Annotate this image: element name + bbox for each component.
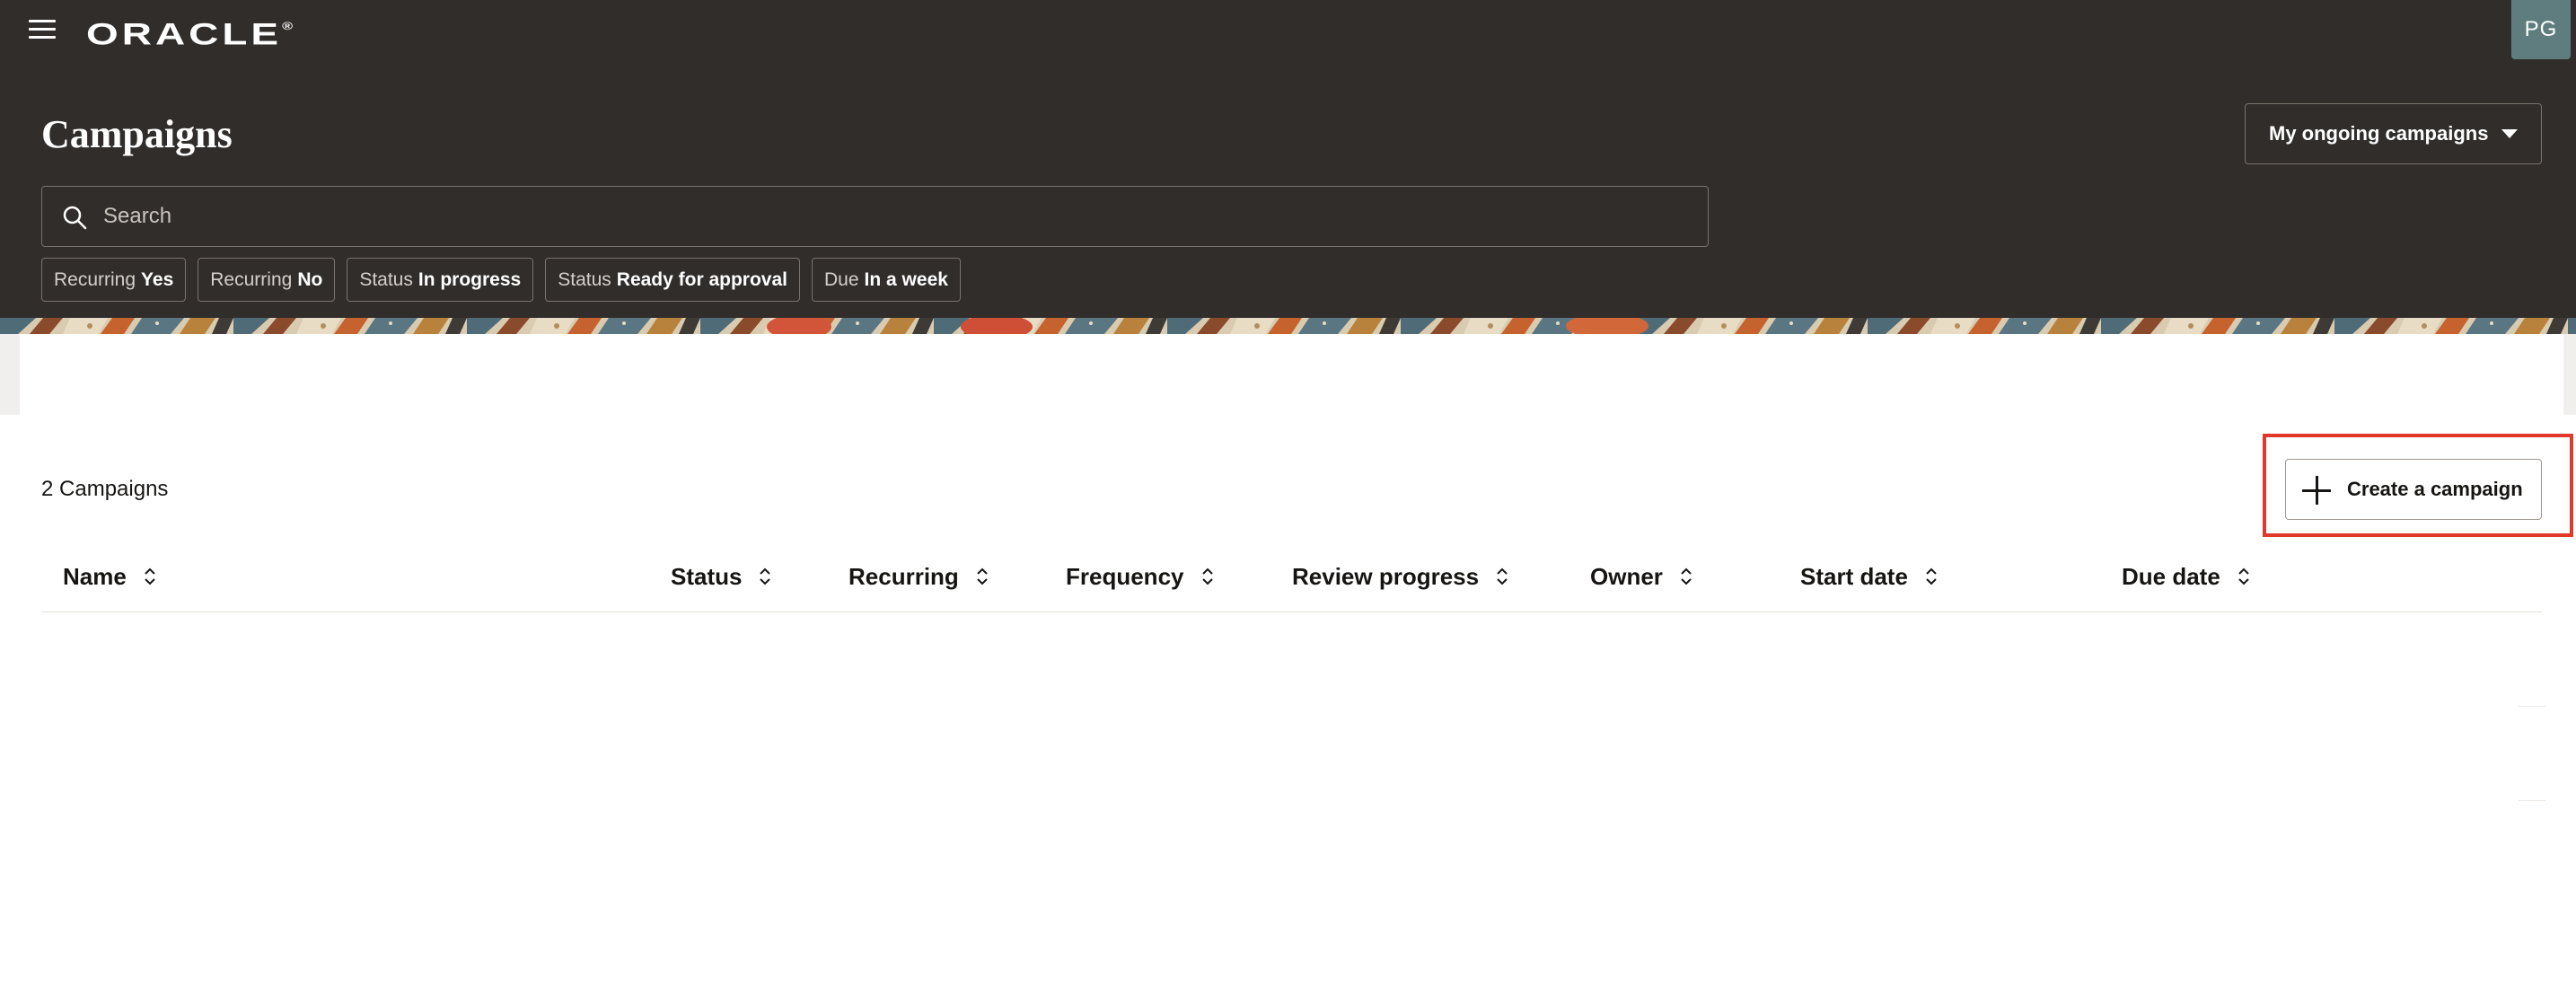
filter-chip-recurring-yes[interactable]: Recurring Yes (41, 258, 187, 302)
caret-down-icon (2501, 129, 2518, 138)
plus-icon (2302, 476, 2331, 505)
table-header-row: Name Status Recurring Frequency Review p… (41, 550, 2542, 612)
filter-chip-due-in-a-week[interactable]: Due In a week (812, 258, 961, 302)
filter-chip-value: Ready for approval (616, 268, 788, 290)
hamburger-menu-icon[interactable] (29, 18, 56, 41)
campaign-view-dropdown[interactable]: My ongoing campaigns (2245, 103, 2542, 164)
column-header-status[interactable]: Status (671, 550, 772, 603)
filter-chip-key: Due (824, 268, 859, 290)
column-header-owner[interactable]: Owner (1590, 550, 1693, 603)
column-header-start-date[interactable]: Start date (1800, 550, 1939, 603)
search-placeholder: Search (103, 204, 172, 228)
column-header-review-progress[interactable]: Review progress (1292, 550, 1509, 603)
filter-chip-value: In progress (418, 268, 522, 290)
decorative-pattern-banner (0, 318, 2576, 334)
filter-chip-value: Yes (141, 268, 174, 290)
column-header-label: Start date (1800, 562, 1908, 590)
sort-icon (2238, 567, 2249, 585)
user-avatar[interactable]: PG (2511, 0, 2571, 59)
sort-icon (760, 567, 771, 585)
filter-chip-value: No (297, 268, 323, 290)
app-header: ORACLE® PG Campaigns My ongoing campaign… (0, 0, 2576, 318)
column-header-frequency[interactable]: Frequency (1066, 550, 1215, 603)
campaign-view-dropdown-label: My ongoing campaigns (2269, 122, 2489, 145)
filter-chip-recurring-no[interactable]: Recurring No (198, 258, 336, 302)
sort-icon (1681, 567, 1692, 585)
column-header-label: Status (671, 562, 743, 590)
results-count: 2 Campaigns (41, 477, 169, 501)
filter-chip-key: Status (359, 268, 413, 290)
filter-chip-key: Recurring (210, 268, 293, 290)
sort-icon (145, 567, 155, 585)
column-header-label: Name (63, 562, 127, 590)
create-campaign-button[interactable]: Create a campaign (2285, 459, 2542, 520)
content-edge-right (2563, 334, 2576, 415)
filter-chip-value: In a week (864, 268, 948, 290)
column-header-label: Recurring (848, 562, 959, 590)
sort-icon (1497, 567, 1508, 585)
column-header-label: Owner (1590, 562, 1663, 590)
row-divider (2519, 800, 2545, 801)
column-header-label: Review progress (1292, 562, 1480, 590)
column-header-label: Frequency (1066, 562, 1184, 590)
column-header-label: Due date (2122, 562, 2220, 590)
filter-chip-key: Status (558, 268, 611, 290)
filter-chip-status-ready-for-approval[interactable]: Status Ready for approval (545, 258, 801, 302)
column-header-name[interactable]: Name (63, 550, 157, 603)
column-header-due-date[interactable]: Due date (2122, 550, 2251, 603)
filter-chip-status-in-progress[interactable]: Status In progress (347, 258, 534, 302)
page-title: Campaigns (41, 112, 233, 156)
create-campaign-label: Create a campaign (2347, 478, 2523, 500)
content-edge-left (0, 334, 20, 415)
filter-chips: Recurring Yes Recurring No Status In progre… (41, 258, 961, 302)
sort-icon (977, 567, 988, 585)
sort-icon (1201, 567, 1213, 585)
column-header-recurring[interactable]: Recurring (848, 550, 989, 603)
sort-icon (1926, 567, 1937, 585)
filter-chip-key: Recurring (54, 268, 136, 290)
row-divider (2519, 706, 2545, 707)
search-icon (63, 206, 87, 230)
oracle-logo[interactable]: ORACLE® (86, 13, 293, 51)
search-input[interactable]: Search (41, 186, 1709, 247)
